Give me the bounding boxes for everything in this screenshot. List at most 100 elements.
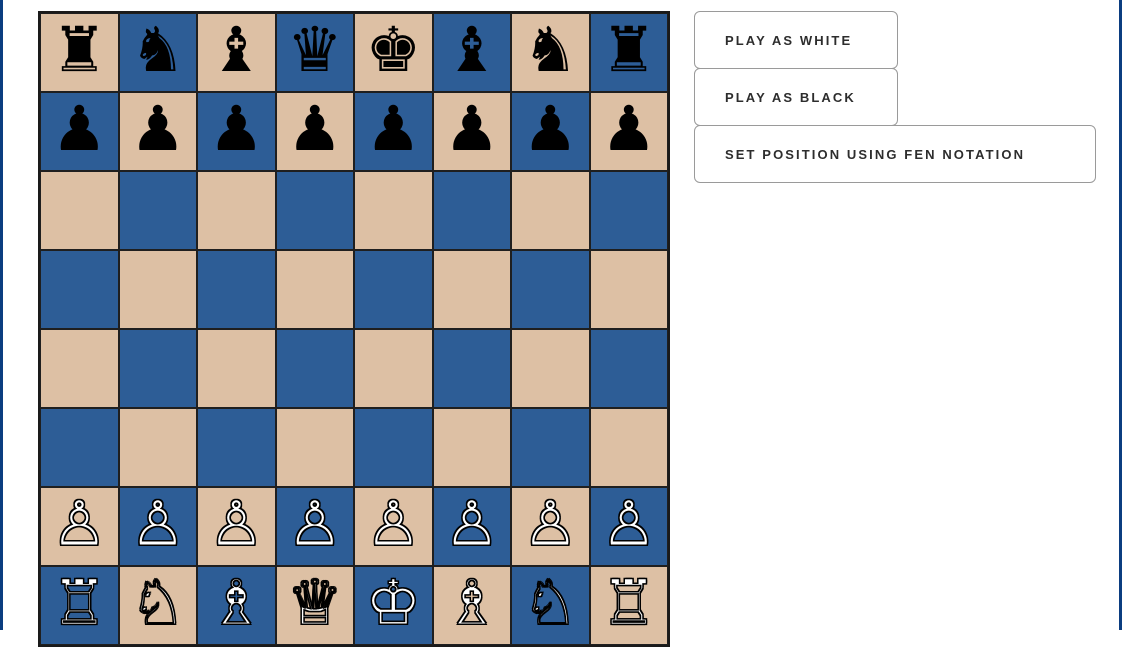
piece-black-pawn-icon[interactable]: ♟ [522, 98, 578, 161]
board-square-c6[interactable] [197, 171, 276, 250]
piece-white-pawn-icon[interactable]: ♙ [443, 493, 500, 556]
board-square-e3[interactable] [354, 408, 433, 487]
board-square-h6[interactable] [589, 171, 668, 250]
board-square-e6[interactable] [354, 171, 433, 250]
board-square-d6[interactable] [275, 171, 354, 250]
board-square-f5[interactable] [432, 250, 511, 329]
board-square-g6[interactable] [511, 171, 590, 250]
board-square-h7[interactable]: ♟ [589, 92, 668, 171]
piece-black-king-icon[interactable]: ♚ [365, 19, 421, 82]
board-square-h5[interactable] [589, 250, 668, 329]
board-square-g8[interactable]: ♞ [511, 13, 590, 92]
piece-white-king-icon[interactable]: ♔ [365, 572, 422, 635]
board-square-g3[interactable] [511, 408, 590, 487]
board-square-e4[interactable] [354, 329, 433, 408]
piece-black-pawn-icon[interactable]: ♟ [208, 98, 264, 161]
piece-white-knight-icon[interactable]: ♘ [522, 572, 579, 635]
piece-black-bishop-icon[interactable]: ♝ [444, 19, 500, 82]
board-square-c3[interactable] [197, 408, 276, 487]
chess-board[interactable]: ♜ ♞ ♝ ♛ ♚ ♝ ♞ ♜ ♟ ♟ ♟ ♟ ♟ ♟ ♟ ♟ ♙ ♙ ♙ ♙ ♙ ♙ ♙ ♙ ♖ ♘ ♗ ♕ ♔ ♗ ♘ ♖ [38, 11, 670, 647]
board-square-f7[interactable]: ♟ [432, 92, 511, 171]
board-square-d1[interactable]: ♕ [275, 566, 354, 645]
board-square-a6[interactable] [40, 171, 119, 250]
board-square-a1[interactable]: ♖ [40, 566, 119, 645]
board-square-g1[interactable]: ♘ [511, 566, 590, 645]
board-square-b4[interactable] [118, 329, 197, 408]
board-square-e7[interactable]: ♟ [354, 92, 433, 171]
piece-black-bishop-icon[interactable]: ♝ [208, 19, 264, 82]
play-as-white-button[interactable]: Play as White [694, 11, 898, 69]
board-square-f1[interactable]: ♗ [432, 566, 511, 645]
piece-black-queen-icon[interactable]: ♛ [287, 19, 343, 82]
board-square-c8[interactable]: ♝ [197, 13, 276, 92]
board-square-a8[interactable]: ♜ [40, 13, 119, 92]
piece-black-pawn-icon[interactable]: ♟ [51, 98, 107, 161]
board-square-c2[interactable]: ♙ [197, 487, 276, 566]
board-square-f3[interactable] [432, 408, 511, 487]
piece-black-pawn-icon[interactable]: ♟ [365, 98, 421, 161]
board-square-d3[interactable] [275, 408, 354, 487]
board-square-a2[interactable]: ♙ [40, 487, 119, 566]
board-square-b3[interactable] [118, 408, 197, 487]
board-square-a7[interactable]: ♟ [40, 92, 119, 171]
piece-white-pawn-icon[interactable]: ♙ [208, 493, 265, 556]
board-square-f6[interactable] [432, 171, 511, 250]
board-square-h2[interactable]: ♙ [589, 487, 668, 566]
piece-black-rook-icon[interactable]: ♜ [51, 19, 107, 82]
piece-white-bishop-icon[interactable]: ♗ [208, 572, 265, 635]
board-square-f2[interactable]: ♙ [432, 487, 511, 566]
piece-black-rook-icon[interactable]: ♜ [601, 19, 657, 82]
board-square-g7[interactable]: ♟ [511, 92, 590, 171]
board-square-e5[interactable] [354, 250, 433, 329]
board-square-d7[interactable]: ♟ [275, 92, 354, 171]
board-square-e1[interactable]: ♔ [354, 566, 433, 645]
board-square-c5[interactable] [197, 250, 276, 329]
board-square-c1[interactable]: ♗ [197, 566, 276, 645]
piece-white-rook-icon[interactable]: ♖ [600, 572, 657, 635]
board-square-e8[interactable]: ♚ [354, 13, 433, 92]
board-square-g4[interactable] [511, 329, 590, 408]
piece-white-pawn-icon[interactable]: ♙ [365, 493, 422, 556]
board-square-d5[interactable] [275, 250, 354, 329]
board-square-f4[interactable] [432, 329, 511, 408]
board-square-b6[interactable] [118, 171, 197, 250]
board-square-h4[interactable] [589, 329, 668, 408]
piece-white-bishop-icon[interactable]: ♗ [443, 572, 500, 635]
piece-white-pawn-icon[interactable]: ♙ [522, 493, 579, 556]
board-square-d8[interactable]: ♛ [275, 13, 354, 92]
piece-white-pawn-icon[interactable]: ♙ [129, 493, 186, 556]
board-square-e2[interactable]: ♙ [354, 487, 433, 566]
piece-white-pawn-icon[interactable]: ♙ [286, 493, 343, 556]
piece-black-pawn-icon[interactable]: ♟ [287, 98, 343, 161]
board-square-b2[interactable]: ♙ [118, 487, 197, 566]
board-square-b8[interactable]: ♞ [118, 13, 197, 92]
piece-white-pawn-icon[interactable]: ♙ [51, 493, 108, 556]
board-square-f8[interactable]: ♝ [432, 13, 511, 92]
piece-white-rook-icon[interactable]: ♖ [51, 572, 108, 635]
set-position-fen-button[interactable]: Set Position Using FEN Notation [694, 125, 1096, 183]
board-square-a3[interactable] [40, 408, 119, 487]
board-square-h8[interactable]: ♜ [589, 13, 668, 92]
board-square-b1[interactable]: ♘ [118, 566, 197, 645]
piece-white-pawn-icon[interactable]: ♙ [600, 493, 657, 556]
board-square-d4[interactable] [275, 329, 354, 408]
board-square-a5[interactable] [40, 250, 119, 329]
piece-white-knight-icon[interactable]: ♘ [129, 572, 186, 635]
board-square-c4[interactable] [197, 329, 276, 408]
piece-black-pawn-icon[interactable]: ♟ [444, 98, 500, 161]
board-square-d2[interactable]: ♙ [275, 487, 354, 566]
piece-black-pawn-icon[interactable]: ♟ [601, 98, 657, 161]
piece-black-pawn-icon[interactable]: ♟ [130, 98, 186, 161]
piece-white-queen-icon[interactable]: ♕ [286, 572, 343, 635]
play-as-black-button[interactable]: Play as Black [694, 68, 898, 126]
board-square-b7[interactable]: ♟ [118, 92, 197, 171]
piece-black-knight-icon[interactable]: ♞ [130, 19, 186, 82]
board-square-c7[interactable]: ♟ [197, 92, 276, 171]
board-square-h3[interactable] [589, 408, 668, 487]
piece-black-knight-icon[interactable]: ♞ [522, 19, 578, 82]
board-square-h1[interactable]: ♖ [589, 566, 668, 645]
board-square-b5[interactable] [118, 250, 197, 329]
board-square-a4[interactable] [40, 329, 119, 408]
board-square-g5[interactable] [511, 250, 590, 329]
board-square-g2[interactable]: ♙ [511, 487, 590, 566]
